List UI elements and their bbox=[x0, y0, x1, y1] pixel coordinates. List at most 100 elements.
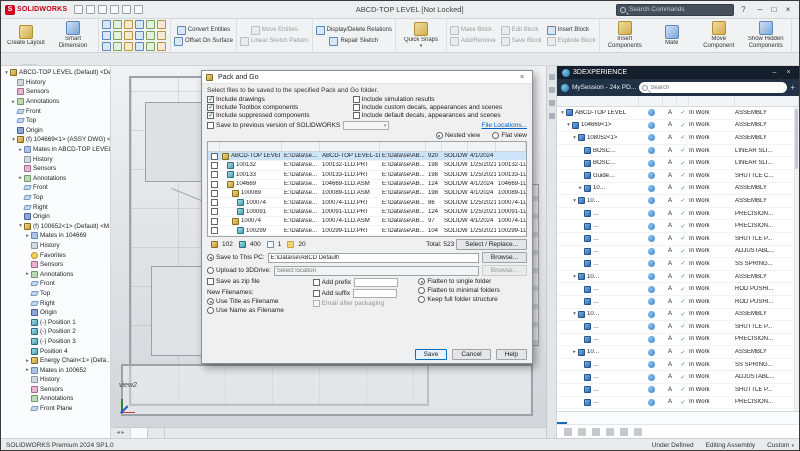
feature-tree-item[interactable]: Front bbox=[1, 183, 110, 193]
expander-icon[interactable]: ▸ bbox=[17, 147, 24, 153]
table-column-header[interactable] bbox=[663, 96, 677, 106]
suffix-input[interactable] bbox=[353, 289, 397, 298]
command-tab[interactable] bbox=[85, 64, 101, 65]
component-row[interactable]: … A In Work SHUTTLE P... bbox=[557, 384, 799, 397]
table-column-header[interactable] bbox=[442, 142, 468, 151]
task-pane-icon[interactable] bbox=[549, 87, 555, 93]
feature-tree-item[interactable]: (-) Position 2 bbox=[1, 327, 110, 337]
sketch-tool-icon[interactable] bbox=[157, 42, 166, 51]
save-button[interactable]: Save bbox=[415, 349, 448, 360]
save-icon[interactable] bbox=[98, 5, 107, 14]
dialog-title-bar[interactable]: Pack and Go bbox=[202, 71, 532, 84]
component-row[interactable]: … A In Work SHUTTLE P... bbox=[557, 321, 799, 334]
expander-icon[interactable]: ▾ bbox=[17, 223, 24, 229]
feature-tree-item[interactable]: Sensors bbox=[1, 260, 110, 270]
dialog-radio[interactable]: Nested view bbox=[436, 132, 480, 139]
feature-tree-item[interactable]: ▸ Annotations bbox=[1, 97, 110, 107]
dialog-checkbox[interactable]: Include simulation results bbox=[353, 96, 527, 103]
sketch-tool-icon[interactable] bbox=[157, 31, 166, 40]
table-column-header[interactable] bbox=[677, 96, 689, 106]
dialog-radio[interactable]: Flatten to minimal folders bbox=[418, 287, 527, 294]
expander-icon[interactable]: ▾ bbox=[571, 311, 578, 317]
ribbon-button[interactable]: Show Hidden Components bbox=[744, 21, 788, 49]
component-row[interactable]: … A In Work PRECISION... bbox=[557, 334, 799, 347]
expander-icon[interactable]: ▸ bbox=[24, 271, 31, 277]
file-checkbox[interactable] bbox=[211, 162, 218, 169]
pack-file-row[interactable]: 100299 E:\Data\se... 100299-1LD.PRT E:\D… bbox=[208, 226, 526, 235]
pack-file-row[interactable]: ABCD-TOP LEVEL E:\Data\se... ABCD-TOP LE… bbox=[208, 152, 526, 161]
pack-file-row[interactable]: 100133 E:\Data\se... 100133-1LD.PRT E:\D… bbox=[208, 171, 526, 180]
feature-tree-item[interactable]: Sensors bbox=[1, 164, 110, 174]
model-tab[interactable] bbox=[148, 428, 165, 438]
sketch-tool-icon[interactable] bbox=[135, 42, 144, 51]
table-column-header[interactable] bbox=[380, 142, 426, 151]
component-row[interactable]: BOSC… A In Work LINEAR SLI... bbox=[557, 145, 799, 158]
feature-tree-item[interactable]: History bbox=[1, 78, 110, 88]
command-tab[interactable] bbox=[69, 64, 85, 65]
ribbon-button[interactable]: Explode Block bbox=[547, 37, 596, 46]
command-search[interactable] bbox=[616, 4, 734, 16]
feature-tree-item[interactable]: ▾ ABCD-TOP LEVEL (Default) <Defau... bbox=[1, 68, 110, 78]
table-column-header[interactable] bbox=[282, 142, 320, 151]
expander-icon[interactable]: ▸ bbox=[24, 367, 31, 373]
file-checkbox[interactable] bbox=[211, 227, 218, 234]
feature-tree-item[interactable]: Right bbox=[1, 202, 110, 212]
feature-tree-item[interactable]: Sensors bbox=[1, 385, 110, 395]
feature-tree-item[interactable]: ▸ Mates in ABCD-TOP LEVEL bbox=[1, 145, 110, 155]
sketch-tool-icon[interactable] bbox=[102, 42, 111, 51]
table-column-header[interactable] bbox=[468, 142, 496, 151]
dialog-radio[interactable]: Use Name as Filename bbox=[207, 307, 305, 314]
expander-icon[interactable]: ▾ bbox=[571, 274, 578, 280]
component-row[interactable]: ▾ 108052<1> A In Work ASSEMBLY bbox=[557, 132, 799, 145]
ribbon-button[interactable]: Display/Delete Relations bbox=[316, 26, 392, 35]
expander-icon[interactable]: ▸ bbox=[571, 349, 578, 355]
close-icon[interactable] bbox=[781, 2, 795, 18]
cancel-button[interactable]: Cancel bbox=[452, 349, 490, 360]
sketch-tool-icon[interactable] bbox=[124, 20, 133, 29]
ribbon-button[interactable]: Make Block bbox=[450, 26, 496, 35]
expander-icon[interactable]: ▸ bbox=[24, 358, 31, 364]
panel-tool-icon[interactable] bbox=[578, 428, 586, 436]
prefix-input[interactable] bbox=[354, 278, 398, 287]
feature-tree-item[interactable]: ▸ Energy Chain<1> (Defa... bbox=[1, 356, 110, 366]
feature-tree-item[interactable]: History bbox=[1, 241, 110, 251]
file-checkbox[interactable] bbox=[211, 199, 218, 206]
save-zip-checkbox[interactable]: Save as zip file bbox=[207, 278, 305, 285]
help-icon[interactable]: ? bbox=[738, 5, 749, 14]
file-checkbox[interactable] bbox=[211, 171, 218, 178]
dialog-checkbox[interactable]: Include drawings bbox=[207, 96, 347, 103]
component-row[interactable]: … A In Work SS SPRING... bbox=[557, 359, 799, 372]
component-row[interactable]: ▸ 10… A In Work ASSEMBLY bbox=[557, 346, 799, 359]
add-suffix-checkbox[interactable]: Add suffix bbox=[313, 290, 350, 297]
ribbon-button[interactable]: Edit Block bbox=[501, 26, 542, 35]
feature-tree-item[interactable]: ▾ (f) 104669<1> (ASSY DWG) <Dis... bbox=[1, 135, 110, 145]
dialog-radio[interactable]: Flat view bbox=[492, 132, 527, 139]
rebuild-icon[interactable] bbox=[134, 5, 143, 14]
feature-tree-item[interactable]: Front Plane bbox=[1, 404, 110, 414]
panel-tool-icon[interactable] bbox=[634, 428, 642, 436]
tab-scroll-icons[interactable]: ◂ ▸ bbox=[111, 428, 131, 438]
table-column-header[interactable] bbox=[220, 142, 282, 151]
pack-file-row[interactable]: 100132 E:\Data\se... 100132-1LD.PRT E:\D… bbox=[208, 161, 526, 170]
email-after-packaging-checkbox[interactable]: Email after packaging bbox=[313, 300, 411, 307]
drive-location-input[interactable] bbox=[274, 266, 479, 276]
units-select[interactable]: Custom bbox=[767, 442, 794, 449]
component-row[interactable]: ▾ 104669<1> A In Work ASSEMBLY bbox=[557, 120, 799, 133]
ribbon-button[interactable]: Offset On Surface bbox=[174, 37, 233, 46]
expander-icon[interactable]: ▾ bbox=[565, 122, 572, 128]
table-column-header[interactable] bbox=[557, 96, 639, 106]
feature-tree-item[interactable]: Right bbox=[1, 298, 110, 308]
command-tab[interactable] bbox=[21, 64, 37, 65]
component-row[interactable]: … A In Work ROD PUSHI... bbox=[557, 283, 799, 296]
pack-file-row[interactable]: 100091 E:\Data\se... 100091-1LD.PRT E:\D… bbox=[208, 208, 526, 217]
quick-snaps-button[interactable]: Quick Snaps ▾ bbox=[399, 22, 443, 49]
feature-tree-item[interactable]: Position 4 bbox=[1, 346, 110, 356]
prev-version-checkbox[interactable]: Save to previous version of SOLIDWORKS bbox=[207, 122, 340, 129]
component-row[interactable]: Guide… A In Work SHUTTLE C... bbox=[557, 170, 799, 183]
ribbon-button[interactable]: Mate bbox=[650, 25, 694, 47]
open-file-icon[interactable] bbox=[86, 5, 95, 14]
feature-tree-item[interactable]: History bbox=[1, 154, 110, 164]
component-row[interactable]: … A In Work ROD PUSHI... bbox=[557, 296, 799, 309]
component-row[interactable]: ▾ 10… A In Work ASSEMBLY bbox=[557, 309, 799, 322]
ribbon-button[interactable]: Repair Sketch bbox=[329, 37, 378, 46]
